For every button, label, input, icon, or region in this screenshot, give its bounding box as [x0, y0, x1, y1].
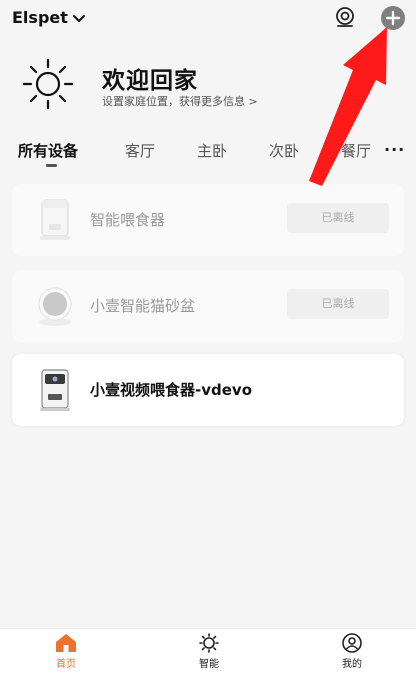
welcome-title: 欢迎回家	[102, 68, 198, 94]
device-name: 小壹视频喂食器-vdevo	[90, 381, 252, 399]
tab-master-bedroom[interactable]: 主卧	[197, 140, 227, 161]
active-tab-indicator	[46, 164, 57, 167]
nav-me[interactable]: 我的	[317, 633, 387, 670]
tab-all-devices[interactable]: 所有设备	[18, 140, 78, 161]
video-feeder-icon	[40, 369, 70, 411]
offline-badge: 已离线	[287, 203, 389, 233]
profile-icon	[342, 633, 362, 653]
home-icon	[56, 634, 76, 652]
add-device-button[interactable]	[381, 6, 405, 30]
offline-badge: 已离线	[287, 289, 389, 319]
device-name: 小壹智能猫砂盆	[90, 297, 196, 315]
nav-me-label: 我的	[342, 659, 362, 670]
device-name: 智能喂食器	[90, 211, 166, 229]
tab-second-bedroom[interactable]: 次卧	[269, 140, 299, 161]
nav-smart[interactable]: 智能	[174, 633, 244, 670]
camera-scan-icon[interactable]	[334, 6, 356, 28]
more-rooms-button[interactable]: ···	[384, 140, 405, 159]
tab-dining-room[interactable]: 餐厅	[341, 140, 371, 161]
welcome-section[interactable]: 欢迎回家 设置家庭位置，获得更多信息 >	[18, 54, 398, 112]
home-name: Elspet	[12, 8, 68, 27]
top-bar: Elspet	[0, 0, 416, 40]
sun-smart-icon	[199, 633, 219, 653]
sun-icon	[22, 58, 74, 110]
litter-box-icon	[38, 287, 72, 326]
tab-living-room[interactable]: 客厅	[125, 140, 155, 161]
nav-smart-label: 智能	[199, 659, 219, 670]
device-card[interactable]: 智能喂食器 已离线	[12, 184, 404, 256]
nav-home-label: 首页	[56, 659, 76, 670]
home-selector[interactable]: Elspet	[12, 8, 86, 27]
set-location-link[interactable]: 设置家庭位置，获得更多信息 >	[102, 93, 258, 109]
bottom-nav: 首页 智能 我的	[0, 628, 416, 675]
room-tabs: 所有设备 客厅 主卧 次卧 餐厅 ···	[0, 136, 416, 170]
nav-home[interactable]: 首页	[31, 633, 101, 670]
pet-feeder-icon	[40, 199, 70, 240]
chevron-down-icon	[72, 14, 85, 22]
device-card[interactable]: 小壹智能猫砂盆 已离线	[12, 270, 404, 342]
device-card[interactable]: 小壹视频喂食器-vdevo	[12, 354, 404, 426]
plus-circle-icon	[385, 10, 401, 26]
